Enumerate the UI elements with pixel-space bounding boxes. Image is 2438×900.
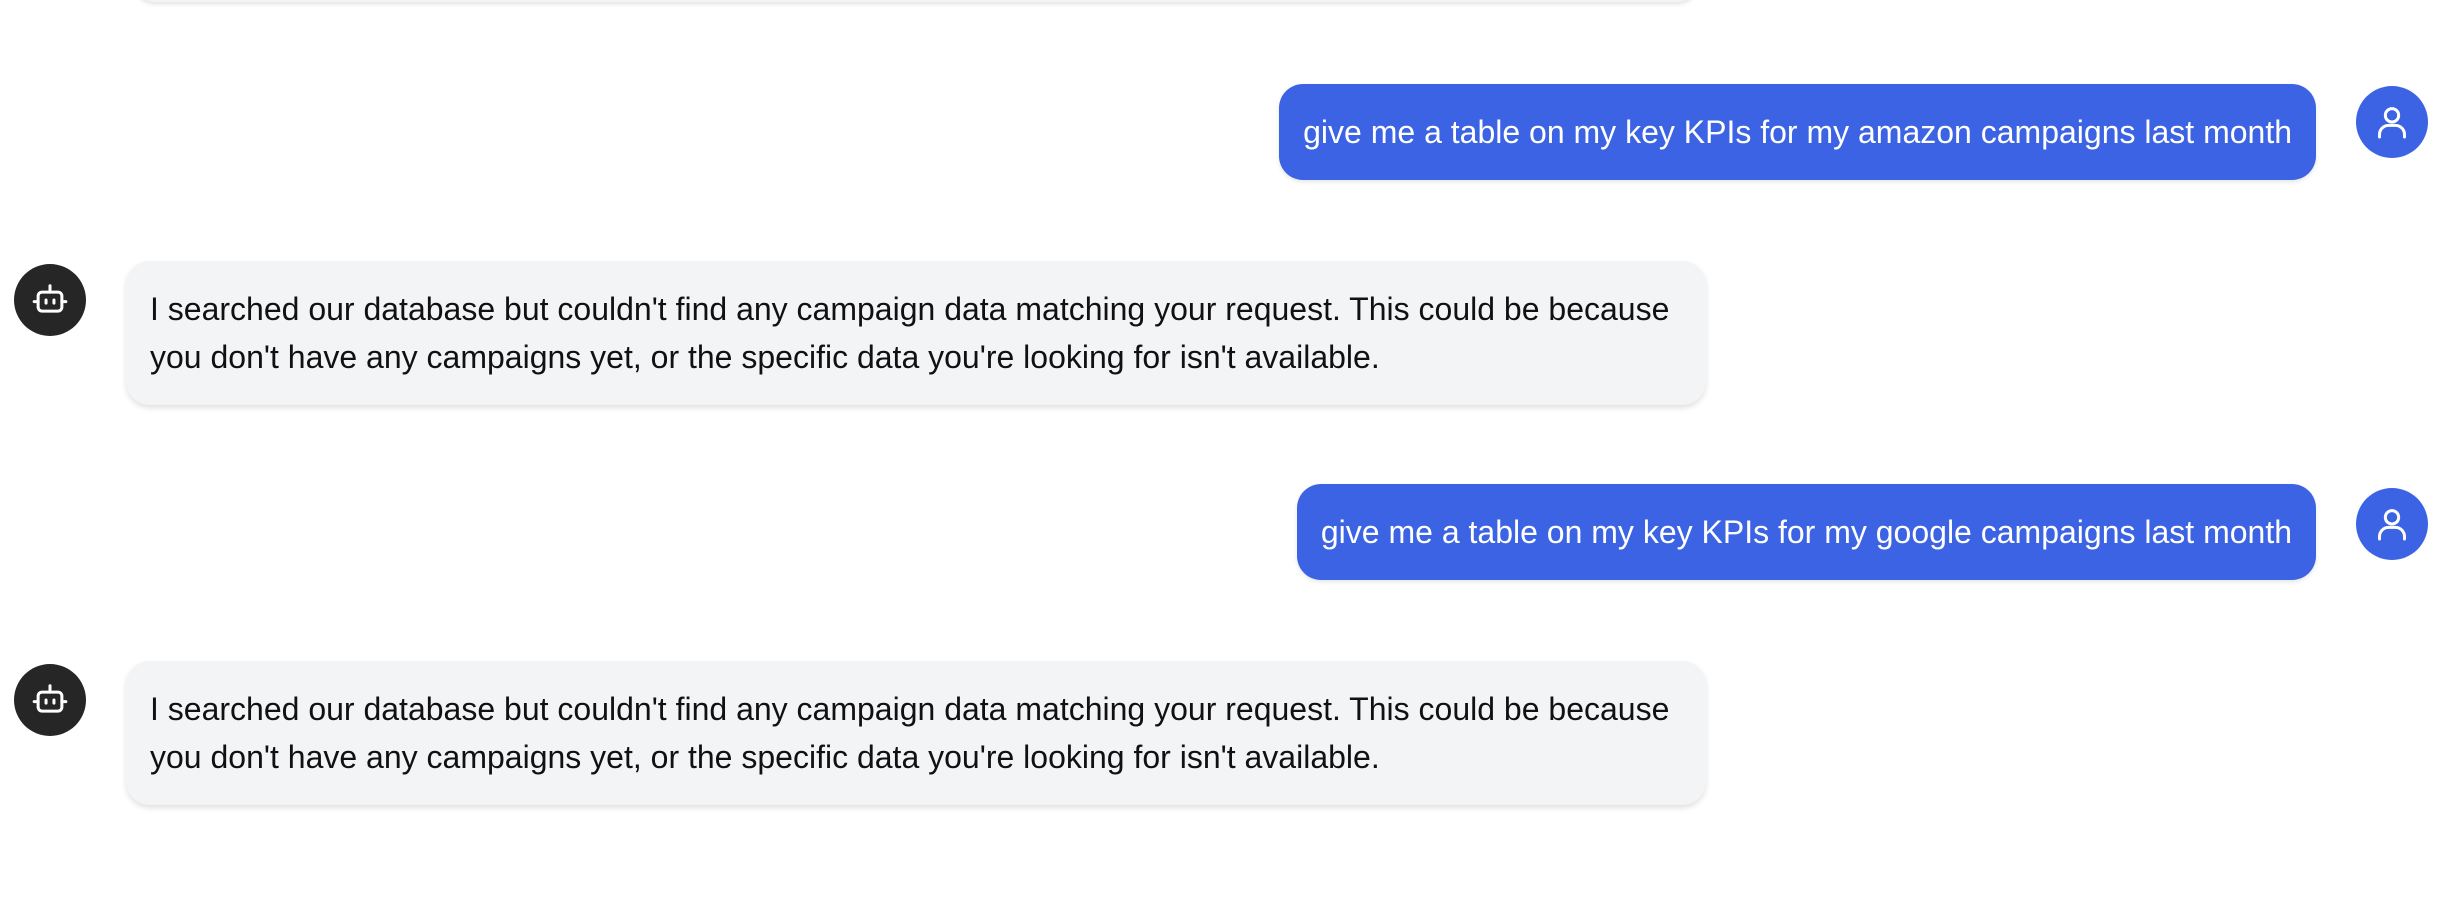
previous-assistant-bubble <box>133 0 1699 2</box>
assistant-message-text: I searched our database but couldn't fin… <box>150 291 1670 375</box>
bot-icon <box>32 684 68 713</box>
bot-icon <box>32 284 68 313</box>
chat-thread: give me a table on my key KPIs for my am… <box>0 0 2438 900</box>
user-icon <box>2378 509 2406 541</box>
assistant-message-text: I searched our database but couldn't fin… <box>150 691 1670 775</box>
bot-avatar <box>14 264 86 336</box>
user-message-text: give me a table on my key KPIs for my go… <box>1320 514 2292 550</box>
user-avatar <box>2356 86 2428 158</box>
user-message-bubble: give me a table on my key KPIs for my go… <box>1296 484 2316 580</box>
assistant-message-bubble: I searched our database but couldn't fin… <box>126 661 1706 805</box>
user-avatar <box>2356 488 2428 560</box>
bot-avatar <box>14 664 86 736</box>
user-message-bubble: give me a table on my key KPIs for my am… <box>1279 84 2316 180</box>
user-icon <box>2378 107 2406 139</box>
assistant-message-bubble: I searched our database but couldn't fin… <box>126 261 1706 405</box>
user-message-text: give me a table on my key KPIs for my am… <box>1303 114 2292 150</box>
